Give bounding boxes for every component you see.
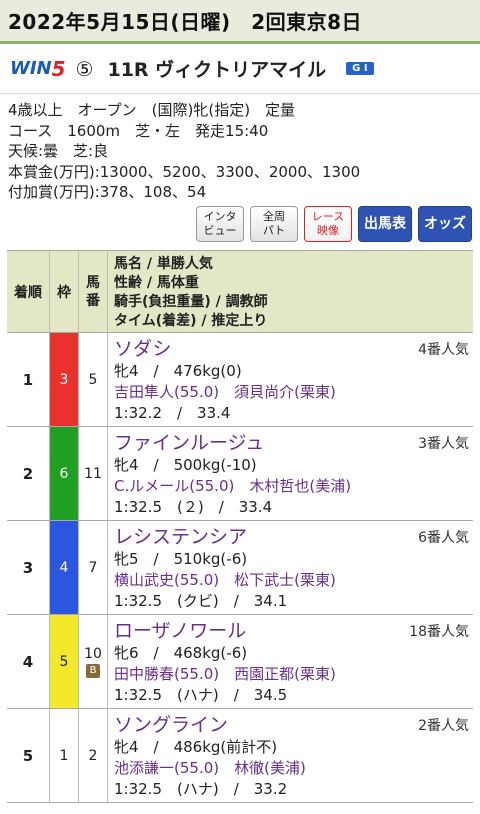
sex-age-weight: 牝5 / 510kg(-6)	[114, 550, 248, 568]
date-header: 2022年5月15日(日曜) 2回東京8日	[0, 0, 480, 44]
trainer-link[interactable]: 林徹(美浦)	[234, 759, 306, 777]
finish-position: 1	[7, 333, 50, 426]
odds-button[interactable]: オッズ	[418, 206, 472, 242]
race-condition: 4歳以上 オープン (国際)牝(指定) 定量	[8, 101, 296, 119]
horse-number-cell: 7	[79, 521, 108, 614]
horse-detail: ソダシ 4番人気 牝4 / 476kg(0) 吉田隼人(55.0) 須貝尚介(栗…	[108, 333, 473, 426]
page-title: 2022年5月15日(日曜) 2回東京8日	[8, 10, 363, 34]
table-row: 2 6 11 ファインルージュ 3番人気 牝4 / 500kg(-10) C.ル…	[7, 427, 473, 521]
horse-number: 2	[88, 747, 98, 764]
patrol-video-button[interactable]: 全周 パト	[250, 206, 298, 242]
jockey-link[interactable]: 池添謙一(55.0)	[114, 759, 219, 777]
finish-position: 2	[7, 427, 50, 520]
frame-number: 6	[50, 427, 79, 520]
horse-name-link[interactable]: ファインルージュ	[114, 431, 467, 455]
race-time: 1:32.5 (ハナ) / 33.2	[114, 780, 288, 798]
action-buttons: インタ ビュー 全周 パト レース 映像 出馬表 オッズ	[196, 206, 472, 242]
horse-number: 11	[84, 465, 102, 482]
frame-number: 4	[50, 521, 79, 614]
sex-age-weight: 牝6 / 468kg(-6)	[114, 644, 248, 662]
jockey-link[interactable]: 吉田隼人(55.0)	[114, 383, 219, 401]
interview-button[interactable]: インタ ビュー	[196, 206, 244, 242]
horse-name-link[interactable]: レシステンシア	[114, 525, 467, 549]
trainer-link[interactable]: 西園正都(栗東)	[234, 665, 336, 683]
race-name: 11R ヴィクトリアマイル	[107, 59, 327, 81]
entries-button[interactable]: 出馬表	[358, 206, 412, 242]
race-time: 1:32.5 (ハナ) / 34.5	[114, 686, 288, 704]
jockey-link[interactable]: C.ルメール(55.0)	[114, 477, 234, 495]
horse-detail: ローザノワール 18番人気 牝6 / 468kg(-6) 田中勝春(55.0) …	[108, 615, 473, 708]
col-number: 馬 番	[79, 251, 108, 332]
horse-number: 7	[88, 559, 98, 576]
jockey-link[interactable]: 田中勝春(55.0)	[114, 665, 219, 683]
horse-number-cell: 2	[79, 709, 108, 802]
race-prize: 本賞金(万円):13000、5200、3300、2000、1300	[8, 162, 361, 181]
table-row: 1 3 5 ソダシ 4番人気 牝4 / 476kg(0) 吉田隼人(55.0) …	[7, 333, 473, 427]
popularity: 18番人気	[409, 624, 469, 640]
sex-age-weight: 牝4 / 500kg(-10)	[114, 456, 257, 474]
horse-number: 10	[84, 645, 102, 662]
horse-number: 5	[88, 371, 98, 388]
trainer-link[interactable]: 須貝尚介(栗東)	[234, 383, 336, 401]
frame-number: 1	[50, 709, 79, 802]
horse-name-link[interactable]: ソダシ	[114, 337, 467, 361]
popularity: 2番人気	[418, 718, 469, 734]
table-row: 5 1 2 ソングライン 2番人気 牝4 / 486kg(前計不) 池添謙一(5…	[7, 709, 473, 803]
race-time: 1:32.5 (２) / 33.4	[114, 498, 273, 516]
race-info: 4歳以上 オープン (国際)牝(指定) 定量 コース 1600m 芝・左 発走1…	[0, 94, 480, 203]
frame-number: 5	[50, 615, 79, 708]
frame-number: 3	[50, 333, 79, 426]
popularity: 3番人気	[418, 436, 469, 452]
col-frame: 枠	[50, 251, 79, 332]
popularity: 6番人気	[418, 530, 469, 546]
race-time: 1:32.5 (クビ) / 34.1	[114, 592, 288, 610]
horse-detail: ソングライン 2番人気 牝4 / 486kg(前計不) 池添謙一(55.0) 林…	[108, 709, 473, 802]
race-video-button[interactable]: レース 映像	[304, 206, 352, 242]
horse-number-cell: 10 B	[79, 615, 108, 708]
race-title-bar: WIN 5 ⑤ 11R ヴィクトリアマイル G I	[0, 44, 480, 94]
trainer-link[interactable]: 松下武士(栗東)	[234, 571, 336, 589]
table-row: 4 5 10 B ローザノワール 18番人気 牝6 / 468kg(-6) 田中勝…	[7, 615, 473, 709]
table-row: 3 4 7 レシステンシア 6番人気 牝5 / 510kg(-6) 横山武史(5…	[7, 521, 473, 615]
popularity: 4番人気	[418, 342, 469, 358]
finish-position: 4	[7, 615, 50, 708]
finish-position: 3	[7, 521, 50, 614]
horse-detail: レシステンシア 6番人気 牝5 / 510kg(-6) 横山武史(55.0) 松…	[108, 521, 473, 614]
win5-leg-badge: ⑤	[75, 56, 94, 81]
grade-badge: G I	[346, 62, 374, 75]
race-weather: 天候:曇 芝:良	[8, 142, 109, 160]
sex-age-weight: 牝4 / 476kg(0)	[114, 362, 242, 380]
race-course: コース 1600m 芝・左 発走15:40	[8, 121, 269, 140]
sex-age-weight: 牝4 / 486kg(前計不)	[114, 738, 278, 756]
table-header: 着順 枠 馬 番 馬名 / 単勝人気 性齢 / 馬体重 騎手(負担重量) / 調…	[7, 251, 473, 333]
results-table: 着順 枠 馬 番 馬名 / 単勝人気 性齢 / 馬体重 騎手(負担重量) / 調…	[7, 250, 473, 803]
col-finish: 着順	[7, 251, 50, 332]
race-extra-prize: 付加賞(万円):378、108、54	[8, 183, 207, 201]
horse-detail: ファインルージュ 3番人気 牝4 / 500kg(-10) C.ルメール(55.…	[108, 427, 473, 520]
finish-position: 5	[7, 709, 50, 802]
col-detail: 馬名 / 単勝人気 性齢 / 馬体重 騎手(負担重量) / 調教師 タイム(着差…	[114, 256, 268, 329]
blinker-badge: B	[86, 663, 100, 678]
horse-name-link[interactable]: ソングライン	[114, 713, 467, 737]
race-time: 1:32.2 / 33.4	[114, 404, 231, 422]
jockey-link[interactable]: 横山武史(55.0)	[114, 571, 219, 589]
horse-number-cell: 11	[79, 427, 108, 520]
trainer-link[interactable]: 木村哲也(美浦)	[249, 477, 351, 495]
horse-number-cell: 5	[79, 333, 108, 426]
win5-logo: WIN 5	[10, 56, 66, 81]
